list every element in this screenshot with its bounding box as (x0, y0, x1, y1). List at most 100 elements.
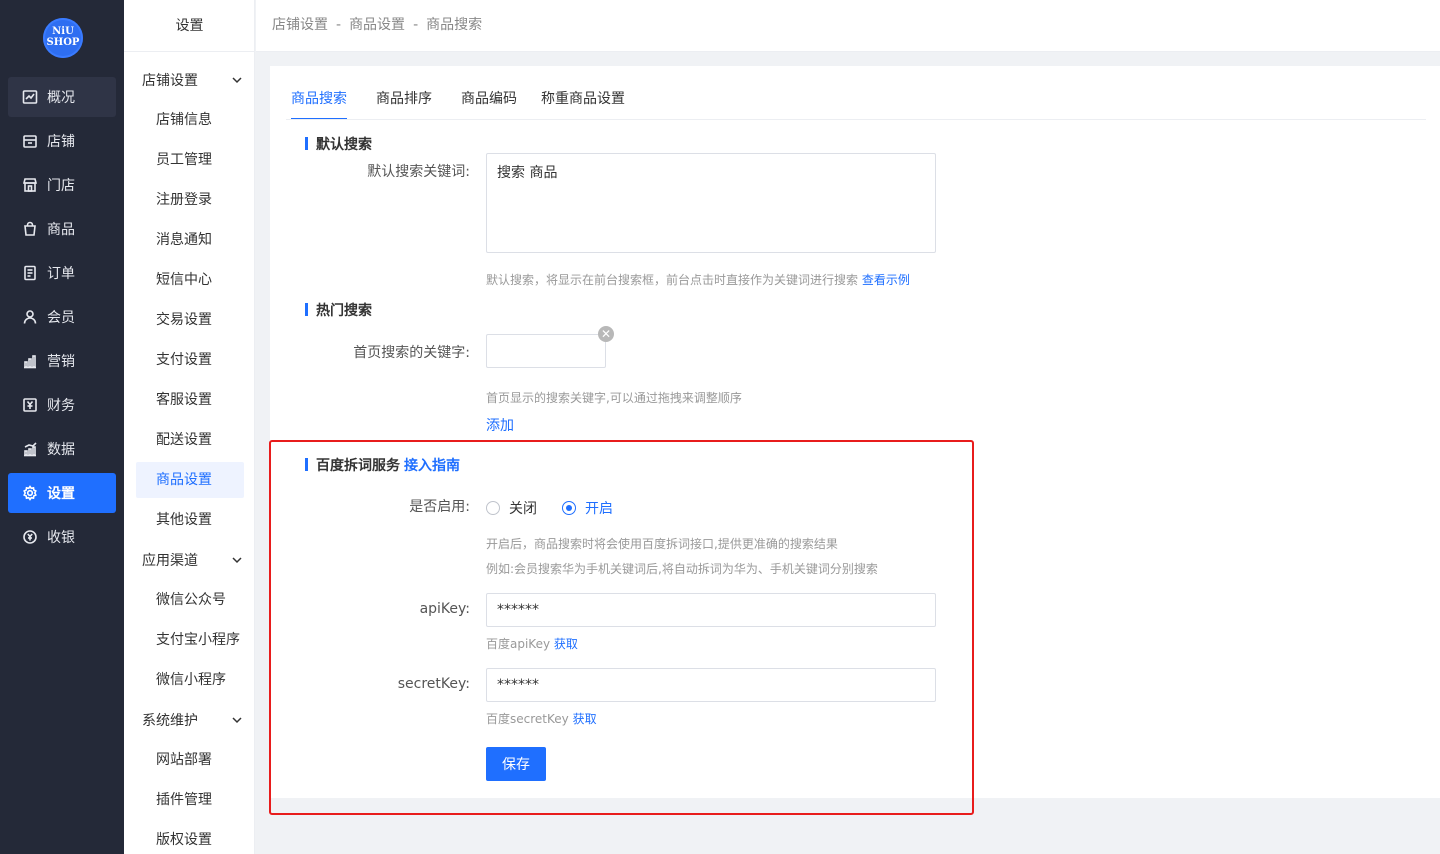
sub-group-label: 系统维护 (142, 713, 198, 729)
section-title-text: 百度拆词服务 (316, 458, 400, 474)
sub-item-trade[interactable]: 交易设置 (136, 302, 244, 338)
api-key-hint: 百度apiKey 获取 (486, 635, 578, 652)
settings-icon (23, 485, 37, 501)
save-button[interactable]: 保存 (486, 747, 546, 781)
nav-item-overview[interactable]: 概况 (8, 77, 116, 117)
radio-circle (486, 501, 500, 515)
shop-icon (22, 178, 38, 192)
nav-label: 设置 (47, 486, 75, 502)
sub-item-wechat-mini[interactable]: 微信小程序 (136, 662, 244, 698)
section-title-baidu: 百度拆词服务 接入指南 (305, 455, 460, 475)
secret-key-input[interactable] (486, 668, 936, 702)
sub-item-goods-settings[interactable]: 商品设置 (136, 462, 244, 498)
secret-key-label: secretKey: (397, 676, 470, 692)
nav-label: 财务 (47, 398, 75, 414)
radio-off[interactable]: 关闭 (486, 498, 537, 518)
api-key-input[interactable] (486, 593, 936, 627)
nav-label: 营销 (47, 354, 75, 370)
chevron-down-icon (232, 77, 242, 84)
hot-keyword-input[interactable] (486, 334, 606, 368)
integration-guide-link[interactable]: 接入指南 (404, 458, 460, 474)
nav-item-finance[interactable]: 财务 (8, 385, 116, 425)
chevron-down-icon (232, 717, 242, 724)
dashboard-icon (22, 90, 38, 104)
logo-line1: NiU (52, 26, 74, 37)
tab-goods-sort[interactable]: 商品排序 (376, 88, 432, 120)
get-api-key-link[interactable]: 获取 (554, 637, 578, 651)
section-title-default-search: 默认搜索 (305, 134, 372, 154)
nav-label: 订单 (47, 266, 75, 282)
add-keyword-link[interactable]: 添加 (486, 415, 514, 435)
niushop-logo[interactable]: NiU SHOP (43, 18, 83, 58)
store-icon (23, 135, 37, 148)
settings-card: 商品搜索 商品排序 商品编码 称重商品设置 默认搜索 默认搜索关键词: 搜索 商… (270, 66, 1440, 798)
chevron-down-icon (232, 557, 242, 564)
nav-item-goods[interactable]: 商品 (8, 209, 116, 249)
tab-goods-search[interactable]: 商品搜索 (291, 88, 347, 120)
sub-item-payment[interactable]: 支付设置 (136, 342, 244, 378)
radio-on[interactable]: 开启 (562, 498, 613, 518)
sub-sidebar-title: 设置 (124, 0, 255, 52)
sub-item-customer-service[interactable]: 客服设置 (136, 382, 244, 418)
nav-item-data[interactable]: 数据 (8, 429, 116, 469)
tab-goods-code[interactable]: 商品编码 (461, 88, 517, 120)
sub-item-plugins[interactable]: 插件管理 (136, 782, 244, 818)
radio-circle (562, 501, 576, 515)
sub-group-system[interactable]: 系统维护 (142, 705, 247, 735)
nav-item-cashier[interactable]: 收银 (8, 517, 116, 557)
sub-item-delivery[interactable]: 配送设置 (136, 422, 244, 458)
hot-keyword-label: 首页搜索的关键字: (353, 345, 470, 361)
settings-sub-sidebar: 设置 店铺设置 店铺信息 员工管理 注册登录 消息通知 短信中心 交易设置 支付… (124, 0, 255, 854)
nav-label: 收银 (47, 530, 75, 546)
sub-group-channels[interactable]: 应用渠道 (142, 545, 247, 575)
sub-item-sms[interactable]: 短信中心 (136, 262, 244, 298)
sub-item-other[interactable]: 其他设置 (136, 502, 244, 538)
get-secret-key-link[interactable]: 获取 (573, 712, 597, 726)
default-keyword-textarea[interactable]: 搜索 商品 (486, 153, 936, 253)
sub-group-label: 店铺设置 (142, 73, 198, 89)
sub-item-notifications[interactable]: 消息通知 (136, 222, 244, 258)
main-nav: NiU SHOP 概况 店铺 门店 商品 订单 会员 营销 财务 数据 设置 收… (0, 0, 124, 854)
view-example-link[interactable]: 查看示例 (862, 273, 910, 287)
sub-item-staff[interactable]: 员工管理 (136, 142, 244, 178)
cashier-icon (23, 530, 37, 544)
nav-label: 数据 (47, 442, 75, 458)
default-search-hint: 默认搜索，将显示在前台搜索框，前台点击时直接作为关键词进行搜索 查看示例 (486, 271, 910, 288)
enable-label: 是否启用: (409, 499, 470, 515)
nav-item-store[interactable]: 店铺 (8, 121, 116, 161)
sub-group-store-settings[interactable]: 店铺设置 (142, 65, 247, 95)
sub-item-register-login[interactable]: 注册登录 (136, 182, 244, 218)
api-key-label: apiKey: (419, 601, 470, 617)
sub-item-alipay-mini[interactable]: 支付宝小程序 (136, 622, 244, 658)
nav-item-order[interactable]: 订单 (8, 253, 116, 293)
nav-item-member[interactable]: 会员 (8, 297, 116, 337)
logo-line2: SHOP (46, 37, 80, 48)
section-title-text: 热门搜索 (316, 303, 372, 319)
nav-label: 会员 (47, 310, 75, 326)
top-header: 店铺设置 - 商品设置 - 商品搜索 (256, 0, 1440, 52)
sub-item-store-info[interactable]: 店铺信息 (136, 102, 244, 138)
nav-item-marketing[interactable]: 营销 (8, 341, 116, 381)
sub-item-wechat-official[interactable]: 微信公众号 (136, 582, 244, 618)
sub-item-copyright[interactable]: 版权设置 (136, 822, 244, 854)
breadcrumb-item-current: 商品搜索 (426, 17, 483, 33)
breadcrumb-item[interactable]: 店铺设置 (272, 17, 328, 33)
sub-item-site-deploy[interactable]: 网站部署 (136, 742, 244, 778)
nav-label: 门店 (47, 178, 75, 194)
baidu-hint-2: 例如:会员搜索华为手机关键词后,将自动拆词为华为、手机关键词分别搜索 (486, 562, 878, 576)
nav-label: 商品 (47, 222, 75, 238)
tab-weighing-goods[interactable]: 称重商品设置 (541, 88, 625, 120)
nav-item-settings[interactable]: 设置 (8, 473, 116, 513)
nav-label: 概况 (47, 90, 75, 106)
secret-key-hint: 百度secretKey 获取 (486, 710, 597, 727)
close-icon[interactable]: ✕ (598, 326, 614, 342)
hint-text: 默认搜索，将显示在前台搜索框，前台点击时直接作为关键词进行搜索 (486, 273, 859, 287)
breadcrumb-item[interactable]: 商品设置 (349, 17, 405, 33)
hot-search-hint: 首页显示的搜索关键字,可以通过拖拽来调整顺序 (486, 391, 742, 405)
finance-icon (23, 398, 37, 412)
member-icon (23, 310, 37, 324)
baidu-hint-1: 开启后，商品搜索时将会使用百度拆词接口,提供更准确的搜索结果 (486, 537, 838, 551)
sub-group-label: 应用渠道 (142, 553, 198, 569)
nav-item-shop[interactable]: 门店 (8, 165, 116, 205)
radio-label: 开启 (585, 501, 613, 517)
